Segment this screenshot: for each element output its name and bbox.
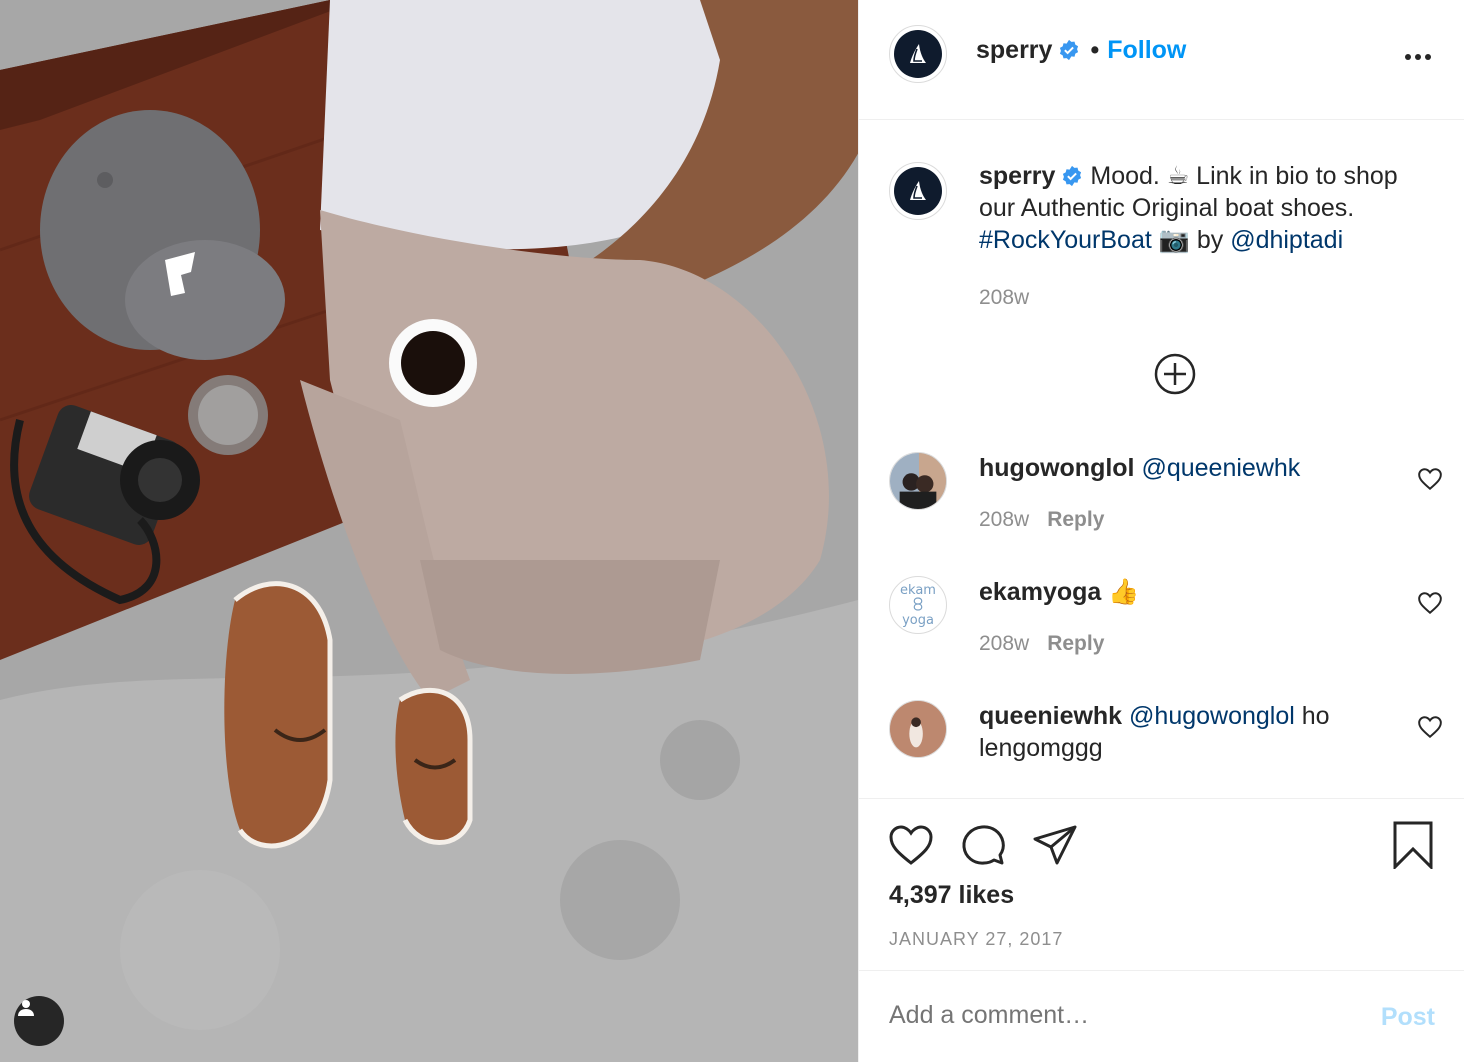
comment-body: 👍 <box>1101 578 1140 606</box>
author-username[interactable]: sperry <box>976 36 1052 64</box>
reply-button[interactable]: Reply <box>1047 508 1104 531</box>
ekam-logo-line2: yoga <box>902 612 934 628</box>
sperry-logo <box>894 167 942 215</box>
post-header: sperry • Follow <box>859 0 1464 120</box>
comment-username[interactable]: ekamyoga <box>979 578 1101 606</box>
caption-avatar[interactable] <box>889 162 947 220</box>
tagged-users-button[interactable] <box>14 996 64 1046</box>
person-icon <box>18 1000 34 1016</box>
likes-count[interactable]: 4,397 likes <box>889 881 1014 910</box>
post-actions: 4,397 likes JANUARY 27, 2017 <box>859 798 1464 970</box>
more-horizontal-icon[interactable] <box>1403 42 1433 72</box>
comment-mention-link[interactable]: @queeniewhk <box>1141 454 1300 482</box>
comment-meta: 208w Reply <box>979 632 1104 656</box>
add-comment-bar: Post <box>859 970 1464 1062</box>
post-comment-button[interactable]: Post <box>1381 1003 1435 1032</box>
avatar-photo <box>890 453 946 509</box>
comment-item: ekam yoga ekamyoga 👍 208w Reply <box>859 576 1464 686</box>
author-avatar[interactable] <box>889 25 947 83</box>
comment-age[interactable]: 208w <box>979 632 1029 655</box>
comment-age[interactable]: 208w <box>979 508 1029 531</box>
commenter-avatar[interactable] <box>889 452 947 510</box>
like-comment-heart-icon[interactable] <box>1417 590 1443 616</box>
knot-icon <box>913 596 923 611</box>
like-comment-heart-icon[interactable] <box>1417 466 1443 492</box>
commenter-avatar[interactable]: ekam yoga <box>889 576 947 634</box>
comment-input[interactable] <box>889 1001 1329 1030</box>
commenter-avatar[interactable] <box>889 700 947 758</box>
comment-item: queeniewhk @hugowonglol ho lengomggg <box>859 700 1464 790</box>
verified-badge-icon <box>1060 39 1079 61</box>
share-paper-plane-icon[interactable] <box>1031 821 1079 869</box>
caption-age[interactable]: 208w <box>979 282 1439 314</box>
post-sidebar: sperry • Follow sperry Mood. ☕ Link in bio… <box>858 0 1464 1062</box>
ekam-logo-line1: ekam <box>900 582 936 598</box>
caption-mention-link[interactable]: @dhiptadi <box>1230 226 1343 254</box>
like-comment-heart-icon[interactable] <box>1417 714 1443 740</box>
photo-illustration <box>0 0 858 1062</box>
comments-section: sperry Mood. ☕ Link in bio to shop our A… <box>859 120 1464 798</box>
post-photo[interactable] <box>0 0 858 1062</box>
like-heart-icon[interactable] <box>887 821 935 869</box>
comment-bubble-icon[interactable] <box>959 821 1007 869</box>
post-date[interactable]: JANUARY 27, 2017 <box>889 929 1063 950</box>
caption-hashtag-link[interactable]: #RockYourBoat <box>979 226 1152 254</box>
sperry-logo <box>894 30 942 78</box>
sail-logo-icon <box>910 181 926 200</box>
caption-text-credit: 📷 by <box>1151 226 1231 254</box>
follow-button[interactable]: Follow <box>1107 36 1186 64</box>
comment-text: hugowonglol @queeniewhk <box>979 452 1379 484</box>
caption-username[interactable]: sperry <box>979 162 1055 190</box>
comment-text: ekamyoga 👍 <box>979 576 1379 608</box>
save-bookmark-icon[interactable] <box>1389 821 1437 869</box>
header-separator: • <box>1090 36 1100 64</box>
comment-username[interactable]: queeniewhk <box>979 702 1122 730</box>
comment-username[interactable]: hugowonglol <box>979 454 1135 482</box>
comment-meta: 208w Reply <box>979 508 1104 532</box>
reply-button[interactable]: Reply <box>1047 632 1104 655</box>
comment-mention-link[interactable]: @hugowonglol <box>1129 702 1295 730</box>
caption: sperry Mood. ☕ Link in bio to shop our A… <box>979 160 1439 314</box>
comment-item: hugowonglol @queeniewhk 208w Reply <box>859 452 1464 562</box>
comment-text: queeniewhk @hugowonglol ho lengomggg <box>979 700 1379 764</box>
avatar-photo <box>890 701 946 757</box>
sail-logo-icon <box>910 44 926 63</box>
load-more-comments-icon[interactable] <box>1153 352 1197 396</box>
header-title-line: sperry • Follow <box>976 36 1186 65</box>
verified-badge-icon <box>1063 165 1082 187</box>
ekamyoga-logo: ekam yoga <box>900 584 936 627</box>
